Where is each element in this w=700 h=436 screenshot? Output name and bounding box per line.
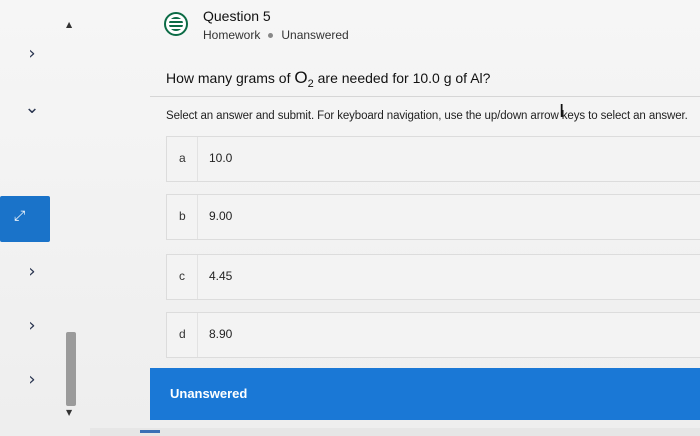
option-value: 9.00 — [209, 209, 233, 223]
option-separator — [197, 195, 198, 239]
answer-option-b[interactable]: b 9.00 — [166, 194, 700, 240]
submit-status-button[interactable]: Unanswered — [150, 368, 700, 420]
formula-base: O — [294, 68, 308, 87]
chevron-right-icon[interactable]: › — [22, 262, 42, 282]
chevron-right-icon[interactable]: › — [22, 370, 42, 390]
option-separator — [197, 255, 198, 299]
divider — [150, 96, 700, 97]
option-value: 4.45 — [209, 269, 233, 283]
question-status: Unanswered — [281, 28, 349, 42]
option-letter: d — [179, 327, 186, 341]
answer-option-d[interactable]: d 8.90 — [166, 312, 700, 358]
expand-icon: ⤢ — [14, 208, 26, 224]
text-cursor-icon: I — [559, 101, 565, 122]
chevron-right-icon[interactable]: › — [22, 44, 42, 64]
scrollbar[interactable]: ▲ ▼ — [64, 10, 76, 420]
option-letter: b — [179, 209, 186, 223]
chevron-right-icon[interactable]: › — [22, 316, 42, 336]
option-separator — [197, 313, 198, 357]
chevron-down-icon[interactable]: ⌄ — [22, 98, 42, 118]
question-category: Homework — [203, 28, 261, 42]
left-rail: › ⌄ ⤢ › › › — [0, 0, 60, 436]
instructions-text: Select an answer and submit. For keyboar… — [166, 110, 688, 122]
progress-mark — [140, 430, 160, 433]
scroll-thumb[interactable] — [66, 332, 76, 406]
active-nav-tile[interactable]: ⤢ — [0, 196, 50, 242]
question-suffix: are needed for 10.0 g of Al? — [313, 70, 491, 86]
bottom-strip — [90, 428, 700, 436]
option-value: 10.0 — [209, 151, 233, 165]
option-letter: a — [179, 151, 186, 165]
separator-dot-icon — [268, 32, 274, 38]
question-list-icon — [164, 12, 188, 36]
option-letter: c — [179, 269, 185, 283]
option-value: 8.90 — [209, 327, 233, 341]
question-prefix: How many grams of — [166, 70, 295, 86]
scroll-up-arrow-icon[interactable]: ▲ — [66, 20, 72, 29]
question-title: Question 5 — [203, 8, 271, 24]
option-separator — [197, 137, 198, 181]
question-text: How many grams of O2 are needed for 10.0… — [166, 68, 490, 90]
question-meta: Homework Unanswered — [203, 28, 349, 42]
scroll-down-arrow-icon[interactable]: ▼ — [66, 408, 72, 417]
answer-option-c[interactable]: c 4.45 — [166, 254, 700, 300]
page: › ⌄ ⤢ › › › ▲ ▼ Question 5 Homework Unan… — [0, 0, 700, 436]
submit-status-label: Unanswered — [170, 386, 248, 401]
answer-option-a[interactable]: a 10.0 — [166, 136, 700, 182]
